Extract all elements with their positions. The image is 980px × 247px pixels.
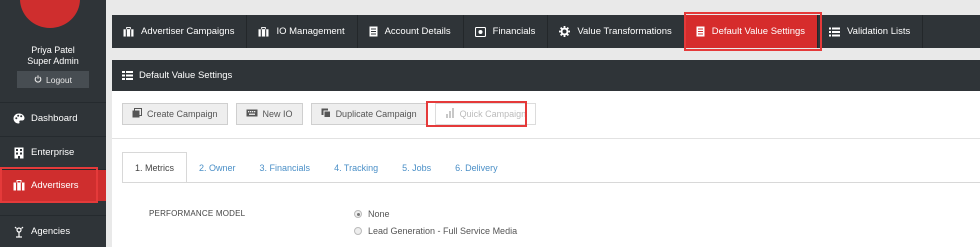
create-campaign-button[interactable]: Create Campaign [122,103,228,125]
tab-delivery[interactable]: 6. Delivery [443,152,510,183]
sidebar-item-label: Agencies [31,226,71,237]
top-nav: Advertiser Campaigns IO Management Accou… [112,15,980,48]
settings-list-icon [122,71,133,80]
tab-strip: 1. Metrics 2. Owner 3. Financials 4. Tra… [122,152,510,183]
nav-tab-validation-lists[interactable]: Validation Lists [818,15,924,48]
user-name: Priya Patel [31,45,75,55]
radio-option-none[interactable]: None [354,209,390,219]
tab-tracking[interactable]: 4. Tracking [322,152,390,183]
nav-tab-label: Advertiser Campaigns [141,26,235,37]
gear-icon [559,26,571,37]
highlight-box-advertisers [0,167,98,203]
agency-icon [12,226,25,238]
tab-metrics[interactable]: 1. Metrics [122,152,188,183]
nav-tab-io-management[interactable]: IO Management [247,15,358,48]
nav-tab-label: Account Details [384,26,451,37]
radio-button[interactable] [354,210,362,218]
nav-tab-value-transformations[interactable]: Value Transformations [548,15,685,48]
sidebar-item-agencies[interactable]: Agencies [0,215,106,247]
duplicate-campaign-button[interactable]: Duplicate Campaign [310,103,427,125]
sidebar-item-dashboard[interactable]: Dashboard [0,102,106,134]
sidebar-item-enterprise[interactable]: Enterprise [0,136,106,168]
briefcase-icon [258,26,269,37]
nav-tab-advertiser-campaigns[interactable]: Advertiser Campaigns [112,15,248,48]
new-io-button[interactable]: New IO [235,103,303,125]
building-icon [12,147,25,159]
content-panel: Create Campaign New IO Duplicate Campaig… [112,91,980,247]
user-role: Super Admin [27,56,79,66]
divider [112,138,980,139]
radio-label: Lead Generation - Full Service Media [368,226,518,236]
create-campaign-label: Create Campaign [147,109,218,119]
safe-icon [474,26,486,37]
tab-underline [122,182,980,183]
nav-tab-label: Validation Lists [847,26,911,37]
section-header: Default Value Settings [112,60,980,91]
highlight-box-quick-campaign [426,101,527,127]
document-icon [369,26,378,37]
brand-logo-icon[interactable] [20,0,80,28]
nav-tab-label: Financials [492,26,536,37]
briefcase-icon [123,26,134,37]
sidebar: Priya Patel Super Admin Logout Dashboard… [0,0,106,247]
keyboard-icon [246,109,258,119]
nav-tab-label: IO Management [276,26,345,37]
power-icon [34,74,42,85]
tab-owner[interactable]: 2. Owner [187,152,248,183]
tab-financials[interactable]: 3. Financials [248,152,323,183]
list-icon [829,27,841,37]
section-title: Default Value Settings [139,70,233,81]
copy-icon [132,108,142,120]
radio-option-lead-generation[interactable]: Lead Generation - Full Service Media [354,226,517,236]
tab-jobs[interactable]: 5. Jobs [390,152,443,183]
radio-button[interactable] [354,227,362,235]
nav-tab-financials[interactable]: Financials [464,15,549,48]
logout-button[interactable]: Logout [17,71,89,88]
palette-icon [12,113,25,124]
highlight-box-default-value-settings [684,12,822,51]
sidebar-item-label: Enterprise [31,147,75,158]
new-io-label: New IO [262,109,293,119]
logout-label: Logout [46,74,72,85]
performance-model-label: PERFORMANCE MODEL [149,209,246,218]
sidebar-item-label: Dashboard [31,113,78,124]
radio-label: None [368,209,390,219]
nav-tab-label: Value Transformations [577,26,672,37]
duplicate-campaign-label: Duplicate Campaign [335,109,417,119]
duplicate-icon [321,108,331,120]
nav-tab-account-details[interactable]: Account Details [358,15,464,48]
